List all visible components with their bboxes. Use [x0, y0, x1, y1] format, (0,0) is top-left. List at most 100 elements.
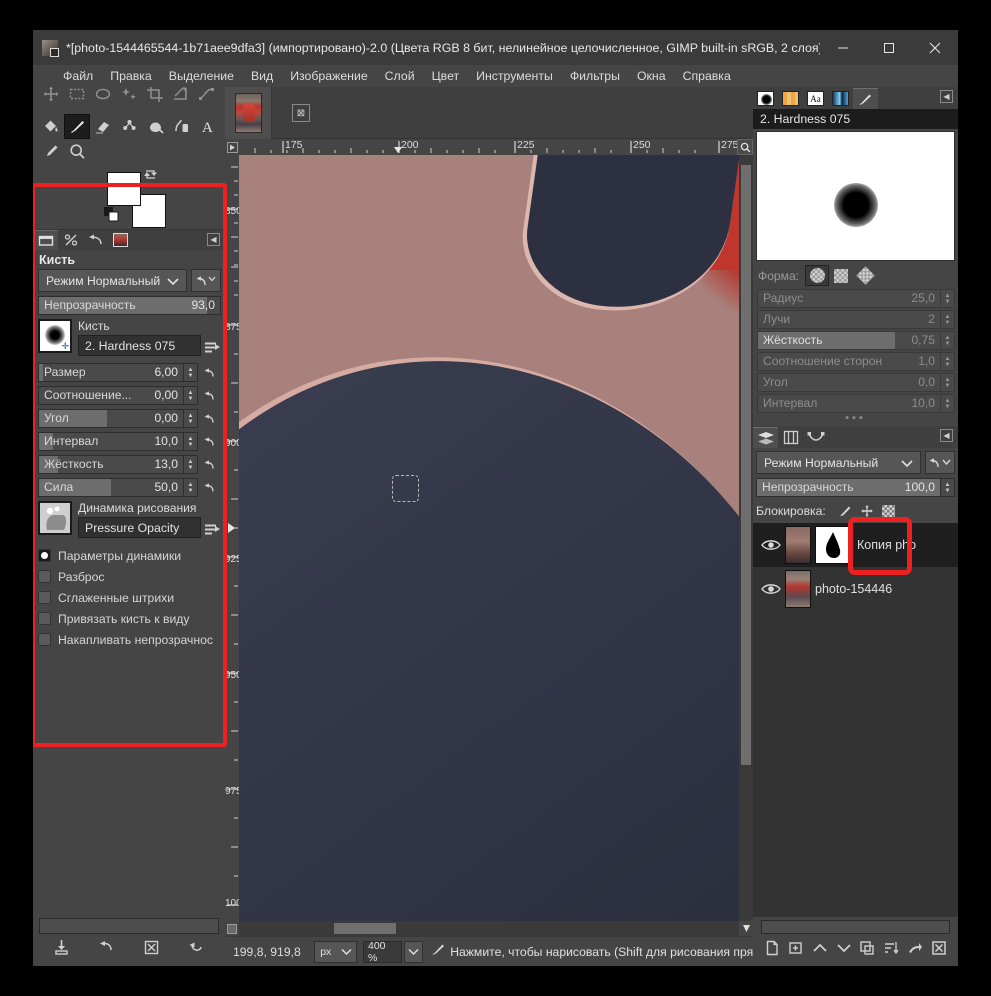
save-tool-preset-icon[interactable] — [53, 939, 70, 961]
brush-spikes-slider[interactable]: Лучи 2 — [757, 310, 941, 329]
zoom-image-button[interactable] — [737, 139, 753, 155]
brush-aspect-spinner[interactable]: ▲ ▼ — [941, 352, 955, 371]
eraser-tool[interactable] — [90, 114, 116, 139]
navigation-preview-button[interactable] — [739, 921, 753, 936]
bucket-fill-tool[interactable] — [38, 114, 64, 139]
menu-view[interactable]: Вид — [251, 69, 273, 83]
image-tab-close-icon[interactable]: ⊠ — [292, 104, 310, 122]
aspect-ratio-slider[interactable]: Соотношение... 0,00 — [38, 386, 184, 405]
angle-spinner[interactable]: ▲ ▼ — [184, 409, 198, 428]
layer-visibility-icon[interactable] — [757, 582, 785, 596]
brush-spikes-spinner[interactable]: ▲ ▼ — [941, 310, 955, 329]
layer-row[interactable]: Копия pho — [753, 523, 958, 567]
layers-footer-bar[interactable] — [761, 920, 950, 934]
brush-hardness-slider[interactable]: Жёсткость 0,75 — [757, 331, 941, 350]
open-brush-dialog-icon[interactable] — [203, 337, 221, 358]
size-slider[interactable]: Размер 6,00 — [38, 363, 184, 382]
dynamics-name-field[interactable]: Pressure Opacity — [78, 517, 201, 538]
menu-file[interactable]: Файл — [63, 69, 93, 83]
lock-alpha-icon[interactable] — [878, 503, 900, 520]
menu-edit[interactable]: Правка — [110, 69, 152, 83]
menu-help[interactable]: Справка — [683, 69, 731, 83]
layer-row[interactable]: photo-154446 — [753, 567, 958, 611]
move-tool[interactable] — [38, 87, 64, 106]
text-tool[interactable]: A — [194, 114, 220, 139]
vertical-scrollbar[interactable] — [739, 155, 753, 921]
lock-brush-to-view-checkbox[interactable] — [38, 612, 51, 625]
new-layer-icon[interactable] — [764, 940, 780, 961]
layer-mode-select[interactable]: Режим Нормальный — [756, 451, 921, 474]
brush-name-field[interactable]: 2. Hardness 075 — [78, 335, 201, 356]
hardness-reset-icon[interactable] — [201, 455, 221, 474]
quickmask-toggle[interactable] — [225, 921, 239, 936]
incremental-row[interactable]: Накапливать непрозрачнос — [38, 629, 221, 650]
anchor-layer-icon[interactable] — [907, 940, 923, 961]
crop-tool[interactable] — [142, 87, 168, 106]
zoom-select-chevron-icon[interactable] — [403, 940, 424, 963]
duplicate-layer-icon[interactable] — [859, 940, 875, 961]
tab-gradients[interactable] — [828, 88, 853, 109]
image-tab[interactable] — [225, 87, 272, 139]
delete-layer-icon[interactable] — [931, 940, 947, 961]
brush-spacing-slider[interactable]: Интервал 10,0 — [757, 394, 941, 413]
hardness-slider[interactable]: Жёсткость 13,0 — [38, 455, 184, 474]
brush-radius-slider[interactable]: Радиус 25,0 — [757, 289, 941, 308]
layers-list[interactable]: Копия pho photo-154446 — [753, 517, 958, 917]
swap-colors-icon[interactable] — [143, 168, 159, 182]
smooth-stroke-row[interactable]: Сглаженные штрихи — [38, 587, 221, 608]
dock-resize-grip[interactable]: ▪▪▪ — [753, 413, 958, 426]
restore-tool-preset-icon[interactable] — [98, 939, 115, 961]
close-button[interactable] — [912, 30, 958, 65]
layer-thumbnail[interactable] — [785, 570, 811, 608]
tab-images[interactable] — [108, 230, 133, 250]
layer-mode-reset-button[interactable] — [925, 451, 955, 474]
brush-aspect-slider[interactable]: Соотношение сторон 1,0 — [757, 352, 941, 371]
hardness-spinner[interactable]: ▲ ▼ — [184, 455, 198, 474]
brush-angle-spinner[interactable]: ▲ ▼ — [941, 373, 955, 392]
tab-undo-history[interactable] — [83, 230, 108, 250]
vertical-ruler[interactable]: 850 875 900 925 950 975 1000 — [225, 155, 239, 921]
spacing-spinner[interactable]: ▲ ▼ — [184, 432, 198, 451]
angle-reset-icon[interactable] — [201, 409, 221, 428]
zoom-tool[interactable] — [64, 139, 90, 164]
size-spinner[interactable]: ▲ ▼ — [184, 363, 198, 382]
vertical-scrollbar-thumb[interactable] — [741, 165, 751, 765]
force-spinner[interactable]: ▲ ▼ — [184, 478, 198, 497]
layer-visibility-icon[interactable] — [757, 538, 785, 552]
smooth-stroke-checkbox[interactable] — [38, 591, 51, 604]
paintbrush-tool[interactable] — [64, 114, 90, 139]
color-picker-tool[interactable] — [38, 139, 64, 164]
scatter-checkbox[interactable] — [38, 570, 51, 583]
tab-device-status[interactable] — [58, 230, 83, 250]
shape-circle-button[interactable] — [805, 265, 830, 286]
dynamics-options-row[interactable]: Параметры динамики — [38, 545, 221, 566]
spacing-reset-icon[interactable] — [201, 432, 221, 451]
horizontal-scrollbar[interactable] — [239, 921, 739, 936]
smudge-tool[interactable] — [116, 114, 142, 139]
force-reset-icon[interactable] — [201, 478, 221, 497]
brush-dock-menu-icon[interactable]: ◀ — [940, 90, 953, 103]
opacity-slider[interactable]: Непрозрачность 93,0 — [38, 296, 221, 315]
layers-dock-menu-icon[interactable]: ◀ — [940, 429, 953, 442]
dock-menu-icon[interactable]: ◀ — [207, 233, 220, 246]
dynamics-preview-thumbnail[interactable] — [38, 501, 72, 535]
shape-square-button[interactable] — [829, 265, 853, 286]
tab-brushes[interactable] — [753, 88, 778, 109]
tool-preset-bar[interactable] — [39, 918, 219, 934]
ruler-corner-button[interactable] — [225, 139, 239, 155]
paths-tool[interactable] — [194, 87, 220, 106]
tab-fonts[interactable]: Aa — [803, 88, 828, 109]
tab-tool-options[interactable] — [33, 230, 58, 250]
merge-down-icon[interactable] — [883, 940, 899, 961]
brush-hardness-spinner[interactable]: ▲ ▼ — [941, 331, 955, 350]
menu-image[interactable]: Изображение — [290, 69, 367, 83]
ellipse-select-tool[interactable] — [90, 87, 116, 106]
open-dynamics-dialog-icon[interactable] — [203, 519, 221, 540]
incremental-checkbox[interactable] — [38, 633, 51, 646]
dynamics-options-expander-icon[interactable] — [38, 549, 51, 562]
brush-spacing-spinner[interactable]: ▲ ▼ — [941, 394, 955, 413]
raise-layer-icon[interactable] — [812, 940, 828, 961]
delete-tool-preset-icon[interactable] — [143, 939, 160, 961]
layer-opacity-spinner[interactable]: ▲ ▼ — [941, 478, 955, 497]
horizontal-scrollbar-thumb[interactable] — [334, 923, 396, 934]
